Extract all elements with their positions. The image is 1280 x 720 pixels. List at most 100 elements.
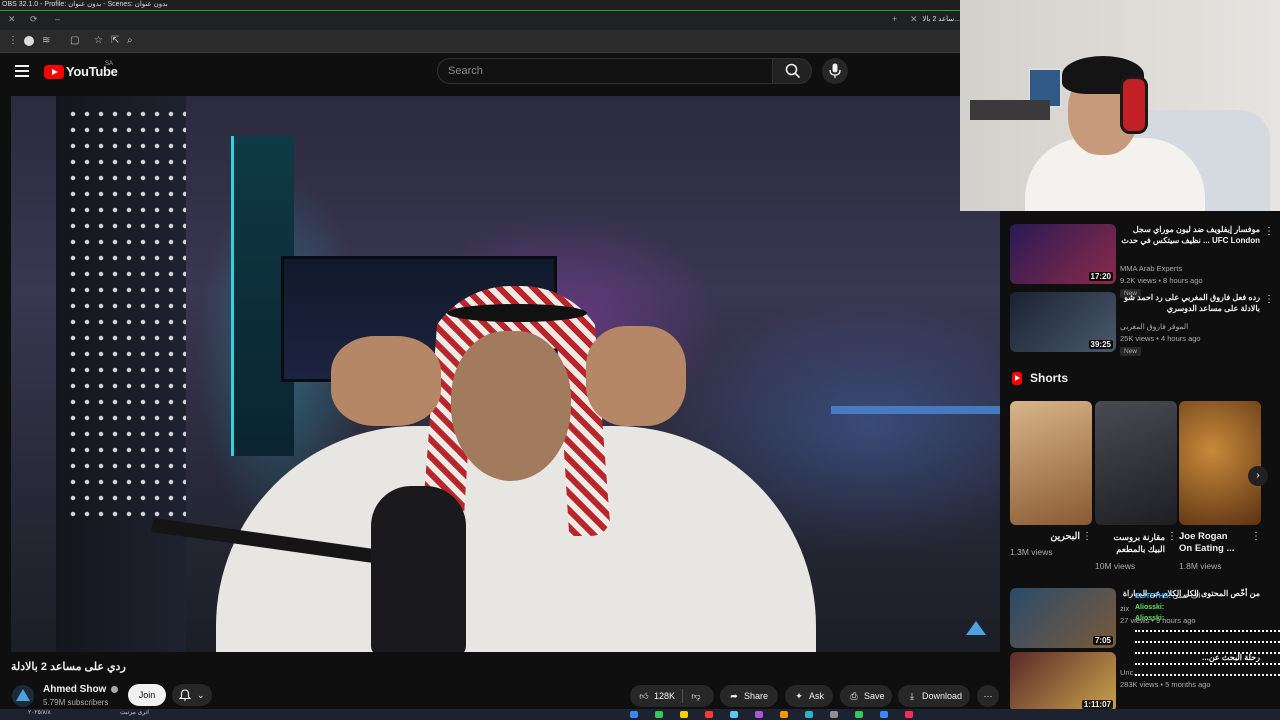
- shorts-icon: [1012, 371, 1022, 385]
- reload-icon[interactable]: ⟳: [30, 14, 38, 25]
- download-button[interactable]: ⤓ Download: [898, 685, 970, 707]
- recommendation-title[interactable]: موفسار إيفلويف ضد ليون موراي سجل UFC Lon…: [1120, 224, 1260, 246]
- new-tab-icon[interactable]: +: [892, 14, 897, 24]
- app-icon[interactable]: [830, 711, 838, 718]
- recommendation-channel[interactable]: MMA Arab Experts: [1120, 264, 1182, 273]
- youtube-logo[interactable]: YouTube SA: [44, 61, 118, 79]
- channel-name-text[interactable]: Ahmed Show: [43, 684, 106, 695]
- video-duration: 17:20: [1088, 272, 1113, 281]
- short-title[interactable]: Joe Rogan On Eating ...: [1179, 531, 1239, 555]
- short-thumbnail[interactable]: [1095, 401, 1177, 525]
- windows-taskbar: ٢٠٢٥/٨/٨ اترى مرتبت: [0, 709, 1280, 720]
- chevron-down-icon: ⌄: [197, 690, 205, 700]
- save-label: Save: [864, 691, 885, 701]
- app-icon[interactable]: [655, 711, 663, 718]
- dislike-icon: 👎︎: [691, 691, 701, 701]
- webcam-headset: [1120, 76, 1148, 134]
- reader-icon[interactable]: ▢: [70, 35, 79, 46]
- country-code: SA: [105, 61, 114, 67]
- browser-tab-title[interactable]: ساعد 2 بالا...: [922, 15, 960, 23]
- shorts-header: Shorts: [1012, 371, 1068, 385]
- webcam-shelf: [970, 100, 1050, 120]
- zoom-icon[interactable]: ⌕: [127, 35, 133, 46]
- app-icon[interactable]: [705, 711, 713, 718]
- recommendation-channel[interactable]: zix: [1120, 604, 1129, 613]
- recommendation-meta: 9.2K views • 8 hours ago: [1120, 276, 1203, 285]
- browser-tab-row: ✕ ⟳ – + ✕ ساعد 2 بالا...: [0, 11, 960, 30]
- short-thumbnail[interactable]: [1010, 401, 1092, 525]
- app-icon[interactable]: [805, 711, 813, 718]
- short-title[interactable]: البحرين: [1010, 531, 1080, 543]
- video-title: ردي على مساعد 2 بالادلة: [11, 661, 126, 673]
- save-icon: ⎙: [850, 691, 858, 701]
- more-actions-button[interactable]: ⋯: [977, 685, 999, 707]
- search-icon: [785, 63, 801, 79]
- extensions-icon[interactable]: ≋: [42, 35, 50, 46]
- chevron-right-icon[interactable]: ›: [1248, 466, 1268, 486]
- ask-button[interactable]: ✦ Ask: [785, 685, 833, 707]
- short-item[interactable]: البحرين 1.3M views ⋮: [1010, 401, 1092, 557]
- more-icon[interactable]: ⋮: [1082, 531, 1092, 542]
- short-views: 1.8M views: [1179, 561, 1222, 571]
- search-input[interactable]: [438, 59, 778, 83]
- more-icon: ⋯: [983, 691, 993, 701]
- search-button[interactable]: [772, 58, 812, 84]
- menu-dots-icon[interactable]: ⋮: [8, 35, 18, 46]
- recommendation-thumbnail[interactable]: 1:11:07: [1010, 652, 1116, 709]
- youtube-header: YouTube SA: [0, 53, 1000, 93]
- minimize-icon[interactable]: –: [55, 14, 60, 24]
- dislike-button[interactable]: 👎︎: [690, 685, 706, 707]
- app-icon[interactable]: [880, 711, 888, 718]
- recommendation-channel[interactable]: الموقر فاروق المغربي: [1120, 322, 1188, 331]
- like-dislike-group: 👍︎ 128K 👎︎: [630, 685, 714, 707]
- save-button[interactable]: ⎙ Save: [840, 685, 892, 707]
- more-icon[interactable]: ⋮: [1251, 531, 1261, 542]
- bookmark-icon[interactable]: ☆: [94, 35, 103, 46]
- app-icon[interactable]: [855, 711, 863, 718]
- more-icon[interactable]: ⋮: [1264, 294, 1274, 305]
- recommendations-sidebar: 17:20 موفسار إيفلويف ضد ليون موراي سجل U…: [1000, 211, 1280, 709]
- app-icon[interactable]: [680, 711, 688, 718]
- chat-text: اف عسى: [1172, 593, 1201, 600]
- short-thumbnail[interactable]: [1179, 401, 1261, 525]
- more-icon[interactable]: ⋮: [1167, 531, 1177, 542]
- chat-spam-line: [1135, 663, 1280, 674]
- share-button[interactable]: ➦ Share: [720, 685, 778, 707]
- video-duration: 1:11:07: [1081, 700, 1113, 709]
- short-title[interactable]: مقارنة بروست البيك بالمطعم: [1095, 531, 1165, 555]
- close-icon[interactable]: ✕: [8, 14, 16, 25]
- like-button[interactable]: 👍︎ 128K: [638, 691, 675, 701]
- obs-title-bar: OBS 32.1.0 - Profile: بدون عنوان - Scene…: [0, 0, 960, 10]
- channel-name[interactable]: Ahmed Show: [43, 684, 119, 695]
- profile-icon[interactable]: [24, 36, 34, 46]
- voice-search-button[interactable]: [822, 58, 848, 84]
- recommendation-thumbnail[interactable]: 17:20: [1010, 224, 1116, 284]
- chat-username: Aliosski:: [1135, 615, 1165, 622]
- short-item[interactable]: مقارنة بروست البيك بالمطعم 10M views ⋮: [1095, 401, 1177, 571]
- recommendation-title[interactable]: رده فعل فاروق المغربي على رد احمد شو بال…: [1120, 292, 1260, 314]
- app-icon[interactable]: [905, 711, 913, 718]
- channel-watermark-icon[interactable]: [966, 621, 986, 635]
- webcam-overlay: [960, 0, 1280, 211]
- chat-message: Aliosski:: [1135, 613, 1280, 624]
- app-icon[interactable]: [780, 711, 788, 718]
- more-icon[interactable]: ⋮: [1264, 226, 1274, 237]
- tab-close-icon[interactable]: ✕: [910, 14, 918, 25]
- recommendation-thumbnail[interactable]: 7:05: [1010, 588, 1116, 648]
- join-button[interactable]: Join: [128, 684, 166, 706]
- app-icon[interactable]: [630, 711, 638, 718]
- short-item[interactable]: Joe Rogan On Eating ... 1.8M views ⋮: [1179, 401, 1261, 571]
- avatar[interactable]: [12, 685, 34, 707]
- video-player[interactable]: [11, 96, 1000, 652]
- app-icon[interactable]: [730, 711, 738, 718]
- recommendation-thumbnail[interactable]: 39:25: [1010, 292, 1116, 352]
- shorts-title: Shorts: [1030, 371, 1069, 385]
- like-icon: 👍︎: [639, 691, 649, 701]
- menu-icon[interactable]: [15, 65, 29, 77]
- youtube-play-icon: [44, 64, 64, 79]
- video-scene-led: [831, 406, 1000, 414]
- app-icon[interactable]: [755, 711, 763, 718]
- notification-bell-button[interactable]: ⌄: [172, 684, 212, 706]
- share-page-icon[interactable]: ⇱: [111, 35, 119, 46]
- short-views: 1.3M views: [1010, 547, 1053, 557]
